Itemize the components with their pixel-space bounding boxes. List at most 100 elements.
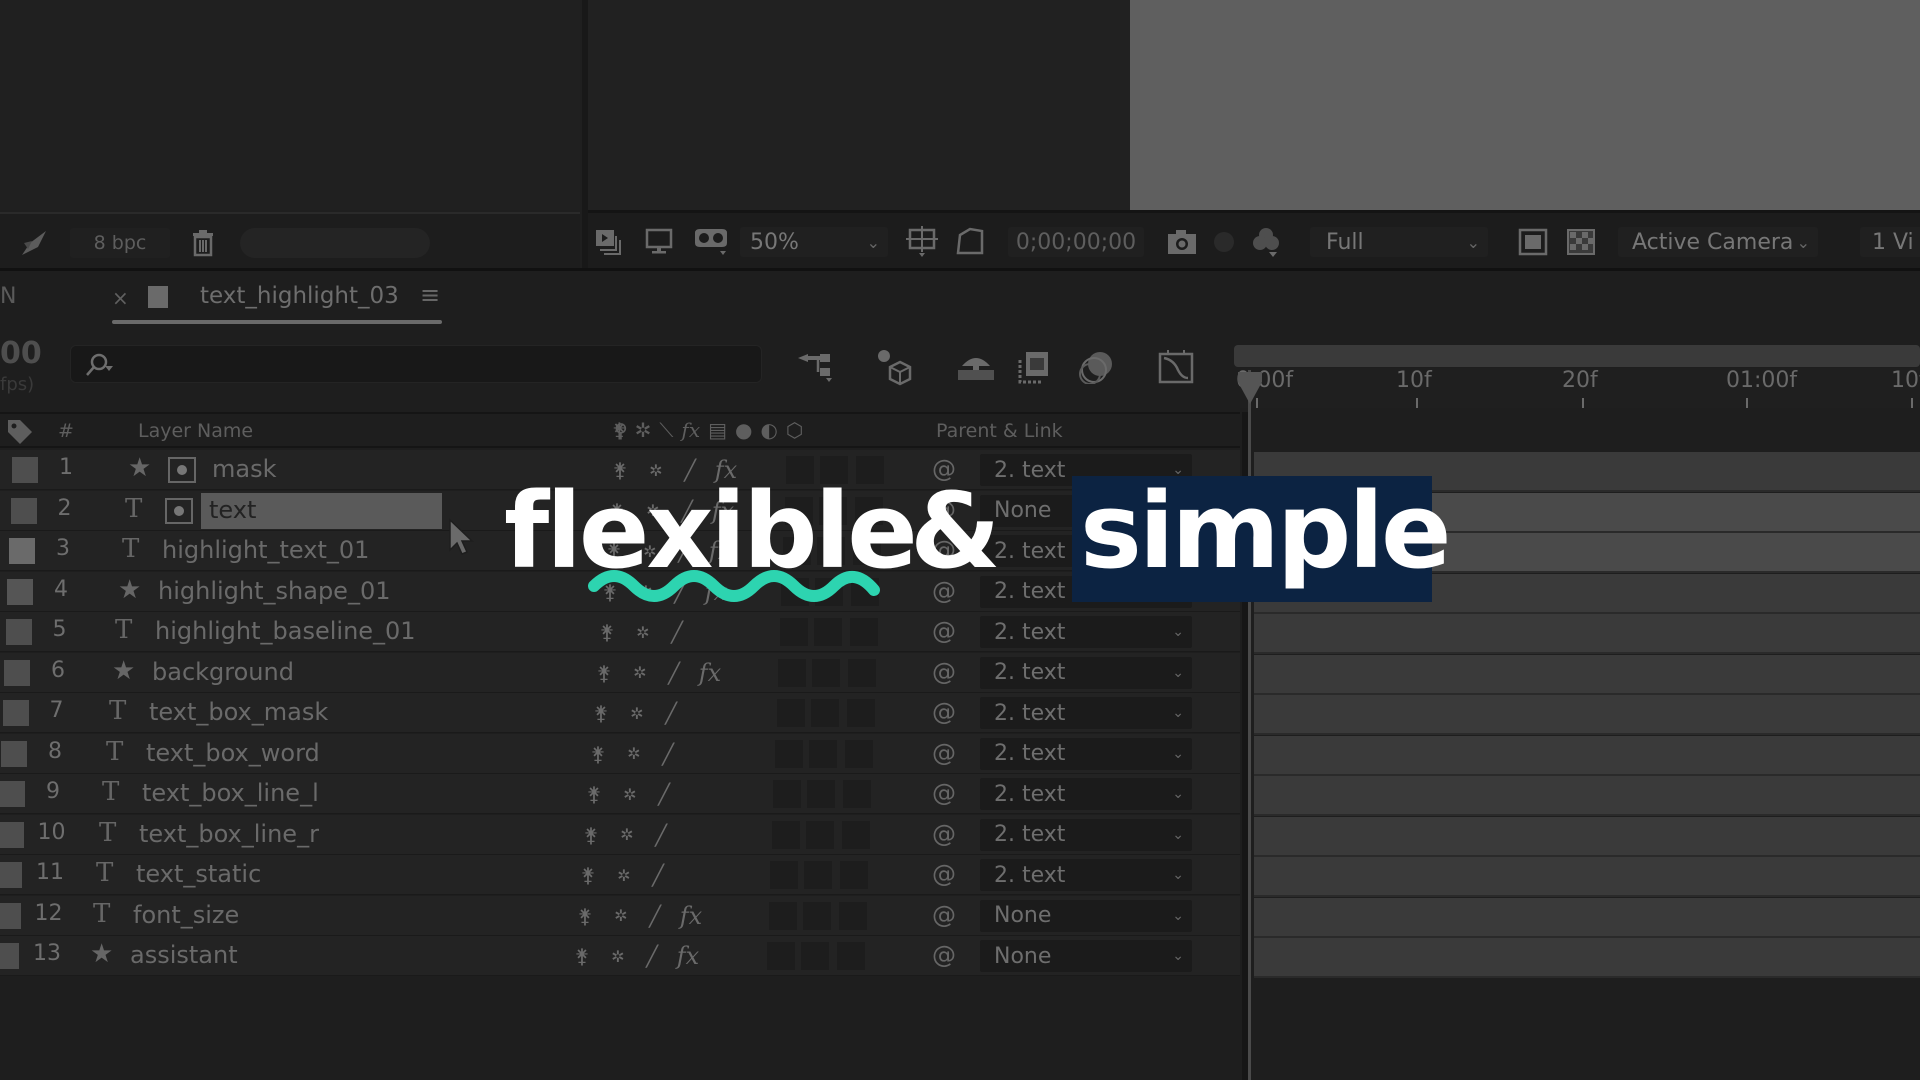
graph-editor-icon[interactable]: [1156, 348, 1196, 386]
camera-view-dropdown[interactable]: Active Camera ⌄: [1618, 227, 1818, 257]
show-snapshot-icon[interactable]: [1210, 227, 1238, 257]
effect-switch-icon[interactable]: fx: [674, 942, 702, 970]
quality-switch-icon[interactable]: ╱: [654, 740, 682, 768]
quality-switch-icon[interactable]: ╱: [641, 902, 669, 930]
layer-name[interactable]: highlight_baseline_01: [155, 617, 416, 645]
vr-goggles-icon[interactable]: [692, 227, 730, 257]
tab-menu-icon[interactable]: ≡: [420, 281, 440, 309]
frame-blend-toggle[interactable]: [776, 699, 805, 727]
shy-switch-icon[interactable]: ⚵: [568, 942, 596, 970]
frame-blend-toggle[interactable]: [779, 618, 808, 646]
effect-switch-icon[interactable]: fx: [677, 902, 705, 930]
layer-name[interactable]: assistant: [130, 941, 238, 969]
pickwhip-spiral-icon[interactable]: @: [932, 779, 956, 807]
composition-canvas[interactable]: [1130, 0, 1920, 210]
shy-layers-icon[interactable]: [956, 352, 996, 382]
3d-layer-toggle[interactable]: [843, 780, 871, 808]
layer-name[interactable]: text_static: [136, 860, 261, 888]
layer-duration-bar[interactable]: [1254, 614, 1920, 654]
label-tag-icon[interactable]: [6, 418, 34, 444]
transparency-grid-icon[interactable]: [1566, 227, 1596, 257]
motion-blur-toggle[interactable]: [801, 942, 829, 970]
motion-blur-toggle[interactable]: [802, 901, 831, 930]
label-color-swatch[interactable]: [5, 619, 32, 645]
shy-switch-icon[interactable]: ⚵: [584, 740, 612, 768]
motion-blur-toggle[interactable]: [812, 658, 840, 687]
collapse-switch-icon[interactable]: ✲: [623, 699, 651, 727]
3d-layer-toggle[interactable]: [848, 658, 876, 687]
label-color-swatch[interactable]: [10, 497, 37, 524]
layer-duration-bar[interactable]: [1254, 735, 1920, 776]
quality-switch-icon[interactable]: ╱: [650, 780, 678, 808]
parent-dropdown[interactable]: 2. text ⌄: [980, 818, 1192, 851]
partial-tab-label[interactable]: N: [0, 284, 16, 309]
effect-switch-icon[interactable]: fx: [696, 659, 724, 687]
frame-blend-toggle[interactable]: [773, 780, 801, 808]
parent-dropdown[interactable]: None ⌄: [980, 899, 1192, 932]
label-color-swatch[interactable]: [1, 740, 27, 767]
layer-name[interactable]: font_size: [133, 901, 239, 929]
layer-search-input[interactable]: [70, 345, 762, 383]
motion-blur-toggle[interactable]: [810, 699, 839, 727]
layer-row[interactable]: 11 T text_static ⚵ ✲ ╱ @ 2. text ⌄: [0, 855, 1240, 895]
3d-layer-toggle[interactable]: [838, 901, 867, 930]
layer-row[interactable]: 12 T font_size ⚵ ✲ ╱ fx @ None ⌄: [0, 895, 1240, 936]
quality-switch-icon[interactable]: ╱: [647, 821, 675, 849]
pickwhip-spiral-icon[interactable]: @: [932, 860, 956, 888]
monitor-icon[interactable]: [644, 227, 674, 257]
snapshot-camera-icon[interactable]: [1166, 227, 1198, 257]
quality-switch-icon[interactable]: ╱: [644, 861, 672, 889]
track-matte-icon[interactable]: [165, 497, 193, 524]
layer-name[interactable]: text_box_mask: [149, 698, 328, 726]
collapse-switch-icon[interactable]: ✲: [613, 821, 641, 849]
frame-blend-toggle[interactable]: [775, 739, 803, 768]
layer-duration-bar[interactable]: [1254, 816, 1920, 857]
label-color-swatch[interactable]: [7, 578, 33, 605]
shy-switch-icon[interactable]: ⚵: [587, 699, 615, 727]
view-layout-dropdown[interactable]: 1 Vi: [1860, 227, 1920, 257]
layer-duration-bar[interactable]: [1254, 857, 1920, 897]
layer-name[interactable]: background: [152, 658, 294, 686]
layer-name[interactable]: highlight_text_01: [162, 536, 369, 564]
label-color-swatch[interactable]: [4, 659, 30, 686]
parent-dropdown[interactable]: 2. text ⌄: [980, 778, 1192, 810]
time-navigator-bar[interactable]: [1234, 345, 1920, 367]
time-ruler[interactable]: 0:00f10f20f01:00f10f: [1236, 368, 1920, 408]
3d-layer-toggle[interactable]: [841, 820, 870, 849]
label-color-swatch[interactable]: [0, 821, 24, 848]
shy-switch-icon[interactable]: ⚵: [574, 861, 602, 889]
motion-blur-icon[interactable]: [1078, 350, 1116, 384]
label-color-swatch[interactable]: [0, 943, 19, 969]
collapse-switch-icon[interactable]: ✲: [626, 659, 654, 687]
column-number[interactable]: #: [58, 420, 74, 442]
trash-icon[interactable]: [190, 228, 216, 258]
3d-layer-toggle[interactable]: [840, 861, 868, 889]
always-preview-icon[interactable]: [594, 227, 624, 257]
layer-name[interactable]: text: [209, 496, 256, 524]
quality-switch-icon[interactable]: ╱: [638, 942, 666, 970]
layer-row[interactable]: 10 T text_box_line_r ⚵ ✲ ╱ @ 2. text ⌄: [0, 814, 1240, 855]
frame-blend-toggle[interactable]: [771, 820, 800, 849]
quality-switch-icon[interactable]: ╱: [660, 659, 688, 687]
shy-switch-icon[interactable]: ⚵: [590, 659, 618, 687]
3d-layer-toggle[interactable]: [845, 739, 873, 768]
collapse-switch-icon[interactable]: ✲: [607, 902, 635, 930]
shy-switch-icon[interactable]: ⚵: [577, 821, 605, 849]
shy-switch-icon[interactable]: ⚵: [571, 902, 599, 930]
motion-blur-toggle[interactable]: [813, 618, 842, 646]
render-queue-rocket-icon[interactable]: [20, 228, 50, 258]
layer-duration-bar[interactable]: [1254, 654, 1920, 695]
mask-visibility-icon[interactable]: [954, 227, 986, 257]
current-time-display[interactable]: 0;00;00;00: [1008, 227, 1144, 257]
color-channels-icon[interactable]: [1250, 227, 1282, 257]
pickwhip-spiral-icon[interactable]: @: [932, 739, 956, 767]
collapse-switch-icon[interactable]: ✲: [620, 740, 648, 768]
layer-name[interactable]: mask: [212, 455, 277, 483]
layer-row[interactable]: 7 T text_box_mask ⚵ ✲ ╱ @ 2. text ⌄: [0, 693, 1240, 733]
layer-name[interactable]: highlight_shape_01: [158, 577, 390, 605]
magnification-dropdown[interactable]: 50% ⌄: [740, 227, 888, 257]
fast-previews-icon[interactable]: [1518, 227, 1548, 257]
layer-name[interactable]: text_box_line_l: [142, 779, 319, 807]
track-matte-icon[interactable]: [168, 457, 196, 483]
bit-depth-button[interactable]: 8 bpc: [70, 228, 170, 258]
